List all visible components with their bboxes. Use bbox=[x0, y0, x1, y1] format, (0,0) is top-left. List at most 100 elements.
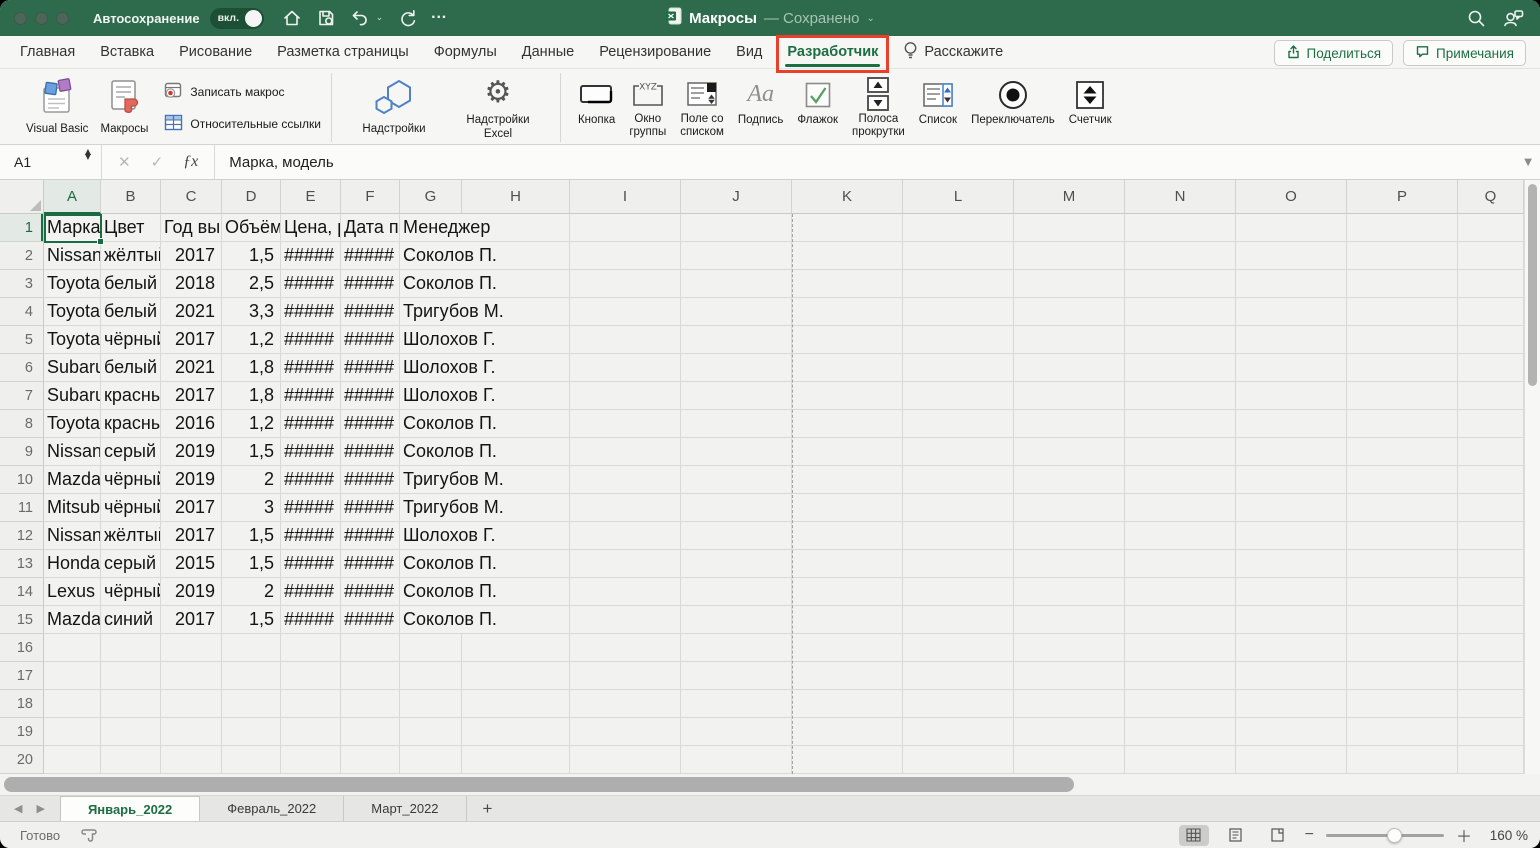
cell-B11[interactable]: чёрный bbox=[101, 494, 161, 522]
cell-J4[interactable] bbox=[681, 298, 792, 326]
control-list-box[interactable]: Список bbox=[919, 76, 957, 140]
cell-O1[interactable] bbox=[1236, 214, 1347, 242]
cell-A10[interactable]: Mazda bbox=[44, 466, 101, 494]
cell-O19[interactable] bbox=[1236, 718, 1347, 746]
cell-P8[interactable] bbox=[1347, 410, 1458, 438]
cell-K8[interactable] bbox=[792, 410, 903, 438]
cell-P9[interactable] bbox=[1347, 438, 1458, 466]
cell-K7[interactable] bbox=[792, 382, 903, 410]
cell-G2[interactable]: Соколов П. bbox=[400, 242, 570, 270]
cell-G15[interactable]: Соколов П. bbox=[400, 606, 570, 634]
cell-I20[interactable] bbox=[570, 746, 681, 774]
cell-L5[interactable] bbox=[903, 326, 1014, 354]
cell-F14[interactable]: ##### bbox=[341, 578, 400, 606]
cell-P16[interactable] bbox=[1347, 634, 1458, 662]
row-header-19[interactable]: 19 bbox=[0, 718, 44, 746]
cell-K14[interactable] bbox=[792, 578, 903, 606]
cell-P12[interactable] bbox=[1347, 522, 1458, 550]
cell-Q6[interactable] bbox=[1458, 354, 1524, 382]
cell-I2[interactable] bbox=[570, 242, 681, 270]
cell-C11[interactable]: 2017 bbox=[161, 494, 222, 522]
cell-P17[interactable] bbox=[1347, 662, 1458, 690]
cell-O11[interactable] bbox=[1236, 494, 1347, 522]
cell-C1[interactable]: Год выпуска bbox=[161, 214, 222, 242]
column-header-F[interactable]: F bbox=[341, 180, 400, 214]
cell-Q3[interactable] bbox=[1458, 270, 1524, 298]
cell-P20[interactable] bbox=[1347, 746, 1458, 774]
cell-N10[interactable] bbox=[1125, 466, 1236, 494]
cell-P14[interactable] bbox=[1347, 578, 1458, 606]
cell-B5[interactable]: чёрный bbox=[101, 326, 161, 354]
cell-M9[interactable] bbox=[1014, 438, 1125, 466]
column-header-N[interactable]: N bbox=[1125, 180, 1236, 214]
row-header-14[interactable]: 14 bbox=[0, 578, 44, 606]
page-layout-view-button[interactable] bbox=[1221, 825, 1251, 846]
cell-Q2[interactable] bbox=[1458, 242, 1524, 270]
cell-P3[interactable] bbox=[1347, 270, 1458, 298]
cell-Q9[interactable] bbox=[1458, 438, 1524, 466]
column-header-Q[interactable]: Q bbox=[1458, 180, 1524, 214]
cell-O7[interactable] bbox=[1236, 382, 1347, 410]
column-header-B[interactable]: B bbox=[101, 180, 161, 214]
cell-P19[interactable] bbox=[1347, 718, 1458, 746]
cell-K11[interactable] bbox=[792, 494, 903, 522]
cell-B6[interactable]: белый bbox=[101, 354, 161, 382]
comments-button[interactable]: Примечания bbox=[1403, 40, 1526, 66]
cell-N5[interactable] bbox=[1125, 326, 1236, 354]
cell-K6[interactable] bbox=[792, 354, 903, 382]
cell-G19[interactable] bbox=[400, 718, 462, 746]
cell-E10[interactable]: ##### bbox=[281, 466, 341, 494]
cell-P5[interactable] bbox=[1347, 326, 1458, 354]
next-sheet-icon[interactable]: ▶ bbox=[36, 802, 44, 815]
column-header-O[interactable]: O bbox=[1236, 180, 1347, 214]
select-all-corner[interactable] bbox=[0, 180, 44, 214]
column-header-L[interactable]: L bbox=[903, 180, 1014, 214]
cell-D8[interactable]: 1,2 bbox=[222, 410, 281, 438]
name-box-stepper-icon[interactable]: ▲▼ bbox=[85, 150, 91, 160]
cell-C5[interactable]: 2017 bbox=[161, 326, 222, 354]
sheet-tab-Февраль_2022[interactable]: Февраль_2022 bbox=[199, 796, 344, 821]
row-header-13[interactable]: 13 bbox=[0, 550, 44, 578]
cell-A16[interactable] bbox=[44, 634, 101, 662]
cell-M8[interactable] bbox=[1014, 410, 1125, 438]
cell-I4[interactable] bbox=[570, 298, 681, 326]
record-macro-button[interactable]: Записать макрос bbox=[164, 81, 321, 103]
formula-input[interactable]: Марка, модель bbox=[215, 154, 1524, 171]
macro-record-status-icon[interactable] bbox=[80, 827, 98, 843]
column-header-A[interactable]: A bbox=[44, 180, 101, 214]
cell-M12[interactable] bbox=[1014, 522, 1125, 550]
cell-C4[interactable]: 2021 bbox=[161, 298, 222, 326]
cell-D11[interactable]: 3 bbox=[222, 494, 281, 522]
cell-M10[interactable] bbox=[1014, 466, 1125, 494]
column-header-I[interactable]: I bbox=[570, 180, 681, 214]
cell-L11[interactable] bbox=[903, 494, 1014, 522]
cell-P11[interactable] bbox=[1347, 494, 1458, 522]
cell-K4[interactable] bbox=[792, 298, 903, 326]
cell-K17[interactable] bbox=[792, 662, 903, 690]
cell-F10[interactable]: ##### bbox=[341, 466, 400, 494]
page-break-view-button[interactable] bbox=[1263, 825, 1293, 846]
cell-A12[interactable]: Nissan bbox=[44, 522, 101, 550]
cell-L20[interactable] bbox=[903, 746, 1014, 774]
cell-B12[interactable]: жёлтый bbox=[101, 522, 161, 550]
cell-N4[interactable] bbox=[1125, 298, 1236, 326]
cell-F16[interactable] bbox=[341, 634, 400, 662]
tab-рисование[interactable]: Рисование bbox=[177, 38, 254, 66]
tab-главная[interactable]: Главная bbox=[18, 38, 77, 66]
cell-F12[interactable]: ##### bbox=[341, 522, 400, 550]
cell-D1[interactable]: Объём двигателя bbox=[222, 214, 281, 242]
cell-N11[interactable] bbox=[1125, 494, 1236, 522]
cell-O13[interactable] bbox=[1236, 550, 1347, 578]
cell-J8[interactable] bbox=[681, 410, 792, 438]
cell-I9[interactable] bbox=[570, 438, 681, 466]
cell-K12[interactable] bbox=[792, 522, 903, 550]
cell-C8[interactable]: 2016 bbox=[161, 410, 222, 438]
cell-F9[interactable]: ##### bbox=[341, 438, 400, 466]
tab-вставка[interactable]: Вставка bbox=[98, 38, 156, 66]
cell-L12[interactable] bbox=[903, 522, 1014, 550]
cell-Q13[interactable] bbox=[1458, 550, 1524, 578]
tab-рецензирование[interactable]: Рецензирование bbox=[597, 38, 713, 66]
cell-Q5[interactable] bbox=[1458, 326, 1524, 354]
cell-J13[interactable] bbox=[681, 550, 792, 578]
cell-A13[interactable]: Honda bbox=[44, 550, 101, 578]
